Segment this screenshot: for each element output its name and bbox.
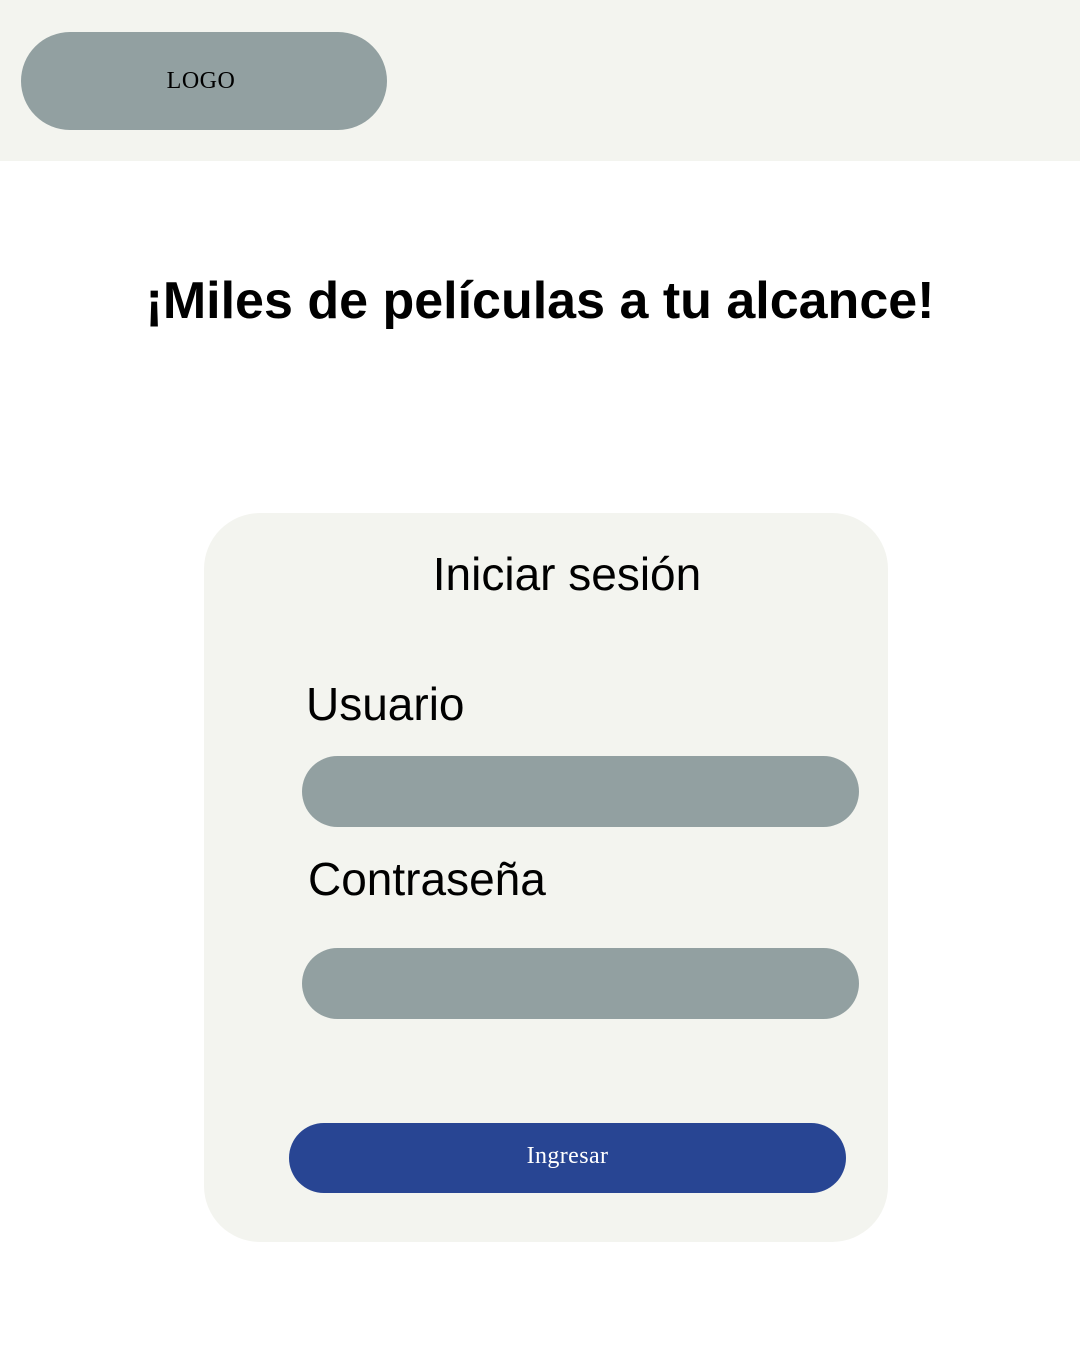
password-label: Contraseña [308, 853, 546, 905]
username-input[interactable] [302, 756, 859, 827]
password-input[interactable] [302, 948, 859, 1019]
header-bar: LOGO [0, 0, 1080, 161]
hero-title: ¡Miles de películas a tu alcance! [145, 272, 935, 330]
logo[interactable]: LOGO [21, 32, 387, 130]
login-title: Iniciar sesión [432, 548, 702, 600]
username-label: Usuario [306, 678, 465, 730]
login-submit-button[interactable]: Ingresar [289, 1123, 846, 1193]
